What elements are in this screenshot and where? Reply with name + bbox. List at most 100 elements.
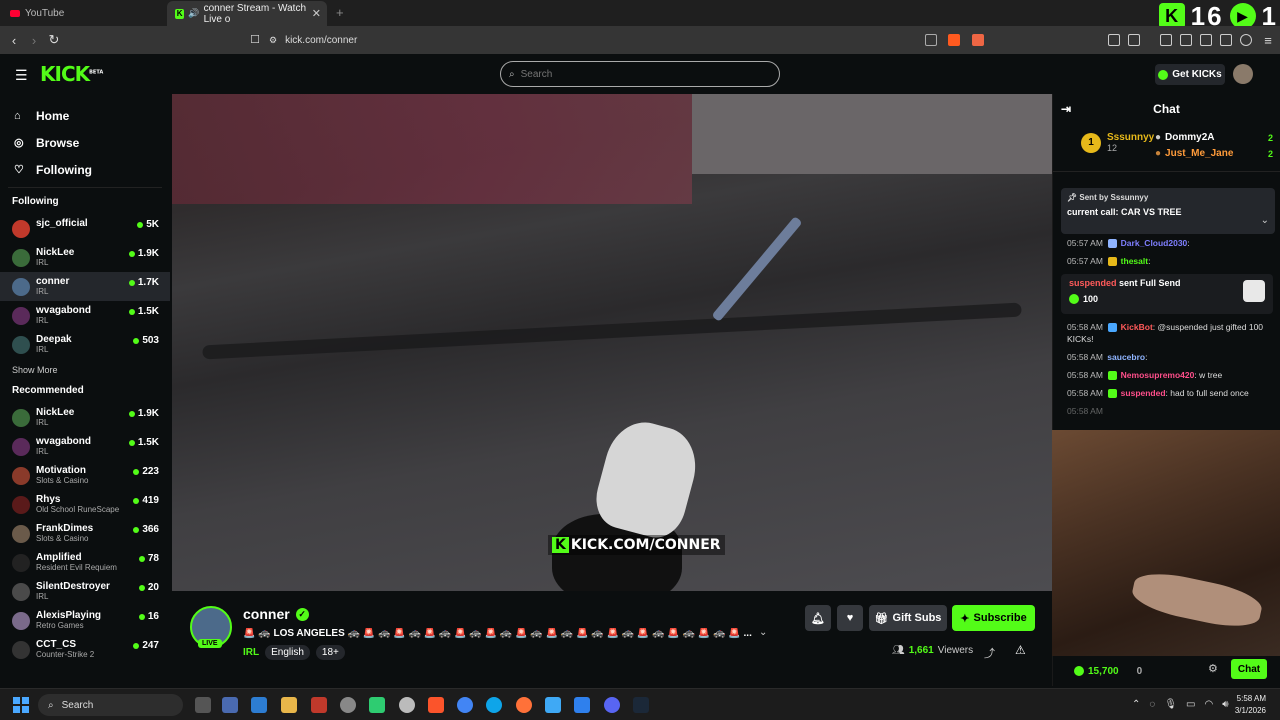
file-explorer-icon[interactable] (281, 697, 297, 713)
chrome-icon[interactable] (457, 697, 473, 713)
channel-category: Slots & Casino (36, 534, 89, 543)
leaderboard-name[interactable]: Just_Me_Jane (1165, 148, 1233, 159)
nav-browse[interactable]: ◎ Browse (0, 129, 170, 156)
forward-icon[interactable]: › (24, 33, 44, 48)
sidebar-icon[interactable] (1180, 34, 1192, 46)
channel-item-cct_cs[interactable]: CCT_CS Counter-Strike 2 247 (0, 635, 170, 664)
channel-item-sjc_official[interactable]: sjc_official 5K (0, 214, 170, 243)
channel-item-silentdestroyer[interactable]: SilentDestroyer IRL 20 (0, 577, 170, 606)
leaderboard-name[interactable]: Sssunnyy (1107, 132, 1154, 143)
menu-icon[interactable]: ≡ (1258, 33, 1278, 48)
edge-icon[interactable] (486, 697, 502, 713)
channel-item-rhys[interactable]: Rhys Old School RuneScape 419 (0, 490, 170, 519)
leo-ai-icon[interactable] (1220, 34, 1232, 46)
nav-following[interactable]: ♡ Following (0, 156, 170, 183)
brave-browser-icon[interactable] (428, 697, 444, 713)
brave-rewards-icon[interactable] (972, 34, 984, 46)
stream-tags: IRL English 18+ (243, 645, 345, 660)
gift-user[interactable]: suspended (1069, 278, 1117, 288)
message-user[interactable]: saucebro (1107, 352, 1145, 362)
tab-youtube[interactable]: YouTube (0, 1, 165, 26)
nav-home[interactable]: ⌂ Home (0, 102, 170, 129)
vpn-icon[interactable] (1240, 34, 1252, 46)
channel-item-motivation[interactable]: Motivation Slots & Casino 223 (0, 461, 170, 490)
vscode-icon[interactable] (574, 697, 590, 713)
windows-start-icon[interactable] (13, 697, 29, 713)
leaderboard-name[interactable]: Dommy2A (1165, 132, 1214, 143)
channel-item-nicklee[interactable]: NickLee IRL 1.9K (0, 243, 170, 272)
kick-logo[interactable]: KICKBETA (40, 62, 103, 86)
screenshot-icon[interactable] (1128, 34, 1140, 46)
app-icon[interactable] (545, 697, 561, 713)
channel-item-nicklee[interactable]: NickLee IRL 1.9K (0, 403, 170, 432)
get-kicks-button[interactable]: Get KICKs (1155, 64, 1225, 85)
task-view-icon[interactable] (195, 697, 211, 713)
brave-shields-icon[interactable] (948, 34, 960, 46)
gift-subs-button[interactable]: 🎁︎ Gift Subs (869, 605, 947, 631)
back-icon[interactable]: ‹ (4, 33, 24, 48)
channel-viewers: 5K (137, 219, 159, 230)
volume-icon[interactable]: 🔊︎ (1222, 699, 1228, 710)
pinned-message[interactable]: 📌︎ Sent by Sssunnyy current call: CAR VS… (1061, 188, 1275, 234)
report-icon[interactable]: ⚠ (1015, 643, 1026, 657)
media-icon[interactable] (1160, 34, 1172, 46)
chevron-down-icon[interactable]: ⌄ (1261, 215, 1269, 226)
channel-item-amplified[interactable]: Amplified Resident Evil Requiem 78 (0, 548, 170, 577)
wallet-icon[interactable] (1200, 34, 1212, 46)
app-icon[interactable] (251, 697, 267, 713)
search-input[interactable] (520, 68, 761, 80)
new-tab-button[interactable]: + (336, 5, 344, 20)
category-link[interactable]: IRL (243, 647, 259, 658)
show-more-button[interactable]: Show More (0, 361, 170, 379)
channel-item-wvagabond[interactable]: wvagabond IRL 1.5K (0, 301, 170, 330)
search-box[interactable]: ⌕ (500, 61, 780, 87)
message-user[interactable]: Dark_Cloud2030 (1121, 238, 1188, 248)
steam-icon[interactable] (633, 697, 649, 713)
video-player[interactable]: K KICK.COM/CONNER (172, 94, 1052, 591)
chevron-up-icon[interactable]: ⌃ (1132, 699, 1140, 710)
app-icon[interactable] (369, 697, 385, 713)
channel-item-wvagabond[interactable]: wvagabond IRL 1.5K (0, 432, 170, 461)
channel-item-deepak[interactable]: Deepak IRL 503 (0, 330, 170, 359)
reload-icon[interactable]: ↻ (44, 32, 64, 48)
wifi-icon[interactable]: ◠ (1205, 699, 1214, 710)
app-icon[interactable] (311, 697, 327, 713)
app-icon[interactable] (399, 697, 415, 713)
url-field[interactable]: ⚙ kick.com/conner (245, 29, 995, 51)
collapse-chat-icon[interactable]: ⇥ (1061, 102, 1071, 116)
notify-button[interactable]: 🔔︎ (805, 605, 831, 631)
user-avatar[interactable] (1233, 64, 1253, 84)
channel-item-alexisplaying[interactable]: AlexisPlaying Retro Games 16 (0, 606, 170, 635)
chat-send-button[interactable]: Chat (1231, 659, 1267, 679)
firefox-icon[interactable] (516, 697, 532, 713)
discord-icon[interactable] (604, 697, 620, 713)
extensions-icon[interactable] (1108, 34, 1120, 46)
gear-icon[interactable]: ⚙ (1208, 662, 1218, 675)
streamer-name[interactable]: conner ✓ (243, 606, 309, 622)
tag-language[interactable]: English (265, 645, 310, 660)
message-user[interactable]: thesalt (1121, 256, 1148, 266)
app-icon[interactable] (340, 697, 356, 713)
network-icon[interactable]: ◌ (1149, 699, 1155, 710)
pinned-sender[interactable]: Sssunnyy (1111, 193, 1149, 202)
microphone-icon[interactable]: 🎙︎ (1164, 699, 1177, 710)
hamburger-menu-icon[interactable]: ☰ (15, 67, 28, 84)
channel-item-frankdimes[interactable]: FrankDimes Slots & Casino 366 (0, 519, 170, 548)
subscribe-button[interactable]: ✦ Subscribe (952, 605, 1035, 631)
message-user[interactable]: Nemosupremo420 (1121, 370, 1195, 380)
clock[interactable]: 5:58 AM 3/1/2026 (1235, 693, 1266, 717)
app-icon[interactable] (222, 697, 238, 713)
share-icon[interactable]: ⤴ (984, 645, 995, 661)
display-icon[interactable]: ▭ (1186, 699, 1195, 710)
taskbar-search[interactable]: ⌕ Search (38, 694, 183, 716)
site-info-icon[interactable]: ⚙ (269, 35, 277, 46)
tab-kick-conner[interactable]: K 🔊 conner Stream - Watch Live o ✕ (167, 1, 327, 26)
chevron-down-icon[interactable]: ⌄ (759, 627, 767, 638)
follow-button[interactable]: ♥ (837, 605, 863, 631)
message-user[interactable]: suspended (1121, 388, 1166, 398)
share-page-icon[interactable] (925, 34, 937, 46)
close-tab-icon[interactable]: ✕ (312, 7, 321, 20)
tag-mature[interactable]: 18+ (315, 645, 345, 660)
message-user[interactable]: KickBot (1121, 322, 1153, 332)
channel-item-conner[interactable]: conner IRL 1.7K (0, 272, 170, 301)
